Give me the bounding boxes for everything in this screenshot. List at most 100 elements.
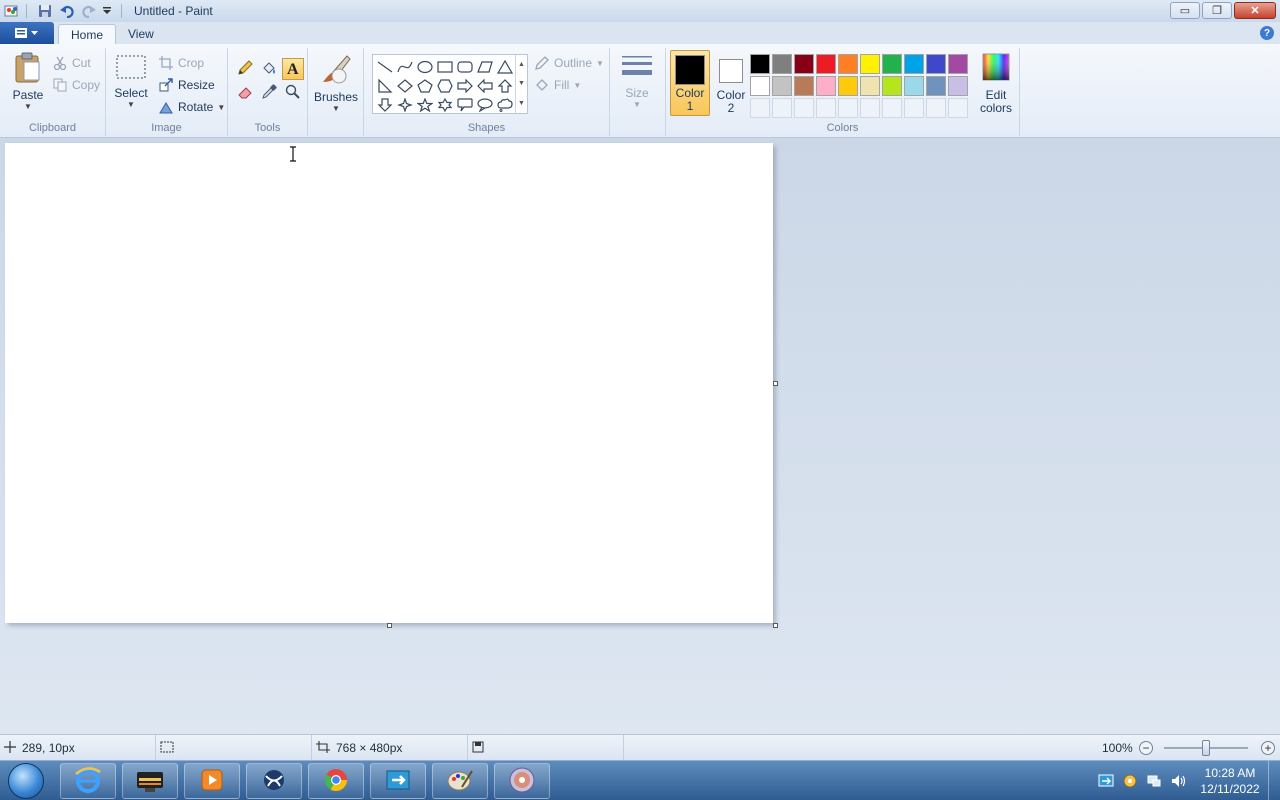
palette-swatch[interactable] xyxy=(948,54,968,74)
rounded-rectangle-shape-icon[interactable] xyxy=(455,57,475,76)
palette-swatch-empty[interactable] xyxy=(750,98,770,118)
palette-swatch[interactable] xyxy=(948,76,968,96)
rectangle-shape-icon[interactable] xyxy=(435,57,455,76)
palette-swatch-empty[interactable] xyxy=(816,98,836,118)
palette-swatch[interactable] xyxy=(882,54,902,74)
palette-swatch-empty[interactable] xyxy=(794,98,814,118)
zoom-out-button[interactable]: − xyxy=(1139,741,1153,755)
five-point-star-shape-icon[interactable] xyxy=(415,95,435,114)
palette-swatch[interactable] xyxy=(816,76,836,96)
pencil-tool[interactable] xyxy=(234,58,256,80)
right-triangle-shape-icon[interactable] xyxy=(375,76,395,95)
taskbar-internet-explorer[interactable] xyxy=(60,763,116,799)
zoom-in-button[interactable]: + xyxy=(1261,741,1275,755)
right-arrow-shape-icon[interactable] xyxy=(455,76,475,95)
customize-quick-access-icon[interactable] xyxy=(99,3,115,19)
cloud-callout-shape-icon[interactable] xyxy=(495,95,515,114)
palette-swatch[interactable] xyxy=(772,76,792,96)
palette-swatch[interactable] xyxy=(816,54,836,74)
color-2-button[interactable]: Color 2 xyxy=(712,50,750,116)
fill-tool[interactable] xyxy=(258,58,280,80)
diamond-shape-icon[interactable] xyxy=(395,76,415,95)
paint-menu-button[interactable] xyxy=(0,22,54,44)
outline-button[interactable]: Outline ▼ xyxy=(534,54,604,72)
resize-handle-corner[interactable] xyxy=(773,623,778,628)
palette-swatch[interactable] xyxy=(926,76,946,96)
save-icon[interactable] xyxy=(37,3,53,19)
oval-callout-shape-icon[interactable] xyxy=(475,95,495,114)
action-center-icon[interactable] xyxy=(1097,772,1115,790)
crop-button[interactable]: Crop xyxy=(158,54,204,72)
palette-swatch[interactable] xyxy=(904,76,924,96)
palette-swatch-empty[interactable] xyxy=(838,98,858,118)
palette-swatch[interactable] xyxy=(926,54,946,74)
palette-swatch-empty[interactable] xyxy=(948,98,968,118)
security-shield-icon[interactable] xyxy=(1121,772,1139,790)
taskbar-clock[interactable]: 10:28 AM 12/11/2022 xyxy=(1196,765,1264,797)
tab-view[interactable]: View xyxy=(116,24,166,44)
line-shape-icon[interactable] xyxy=(375,57,395,76)
taskbar-app-6[interactable] xyxy=(370,763,426,799)
resize-button[interactable]: Resize xyxy=(158,76,215,94)
color-1-button[interactable]: Color 1 xyxy=(670,50,710,116)
taskbar-media-player[interactable] xyxy=(184,763,240,799)
taskbar-media-center[interactable] xyxy=(122,763,178,799)
paste-button[interactable]: Paste ▼ xyxy=(8,52,48,111)
scroll-down-icon[interactable]: ▼ xyxy=(518,80,525,87)
rotate-button[interactable]: Rotate ▼ xyxy=(158,98,225,116)
palette-swatch-empty[interactable] xyxy=(772,98,792,118)
palette-swatch[interactable] xyxy=(882,76,902,96)
pentagon-shape-icon[interactable] xyxy=(415,76,435,95)
brushes-button[interactable]: Brushes ▼ xyxy=(314,52,358,113)
drawing-canvas[interactable] xyxy=(5,143,773,623)
palette-swatch[interactable] xyxy=(838,76,858,96)
curve-shape-icon[interactable] xyxy=(395,57,415,76)
taskbar-chrome[interactable] xyxy=(308,763,364,799)
shapes-scroll[interactable]: ▲ ▼ ▼ xyxy=(515,55,527,113)
palette-swatch-empty[interactable] xyxy=(882,98,902,118)
tab-home[interactable]: Home xyxy=(58,24,117,44)
copy-button[interactable]: Copy xyxy=(52,76,100,94)
palette-swatch[interactable] xyxy=(794,54,814,74)
palette-swatch[interactable] xyxy=(750,76,770,96)
select-button[interactable]: Select ▼ xyxy=(112,52,150,109)
down-arrow-shape-icon[interactable] xyxy=(375,95,395,114)
zoom-slider-thumb[interactable] xyxy=(1202,740,1210,756)
restore-button[interactable]: ❐ xyxy=(1202,2,1232,19)
palette-swatch-empty[interactable] xyxy=(926,98,946,118)
network-icon[interactable] xyxy=(1145,772,1163,790)
fill-button[interactable]: Fill ▼ xyxy=(534,76,581,94)
edit-colors-button[interactable]: Edit colors xyxy=(976,52,1016,115)
size-button[interactable]: Size ▼ xyxy=(618,52,656,109)
palette-swatch[interactable] xyxy=(904,54,924,74)
color-picker-tool[interactable] xyxy=(258,82,280,104)
oval-shape-icon[interactable] xyxy=(415,57,435,76)
rounded-callout-shape-icon[interactable] xyxy=(455,95,475,114)
palette-swatch[interactable] xyxy=(750,54,770,74)
paint-app-icon[interactable] xyxy=(4,3,20,19)
palette-swatch[interactable] xyxy=(794,76,814,96)
magnifier-tool[interactable] xyxy=(282,82,304,104)
hexagon-shape-icon[interactable] xyxy=(435,76,455,95)
minimize-button[interactable]: ▭ xyxy=(1170,2,1200,19)
palette-swatch[interactable] xyxy=(860,54,880,74)
six-point-star-shape-icon[interactable] xyxy=(435,95,455,114)
palette-swatch[interactable] xyxy=(860,76,880,96)
triangle-shape-icon[interactable] xyxy=(495,57,515,76)
volume-icon[interactable] xyxy=(1169,772,1187,790)
redo-icon[interactable] xyxy=(81,3,97,19)
four-point-star-shape-icon[interactable] xyxy=(395,95,415,114)
palette-swatch-empty[interactable] xyxy=(860,98,880,118)
palette-swatch[interactable] xyxy=(772,54,792,74)
expand-gallery-icon[interactable]: ▼ xyxy=(518,100,525,107)
undo-icon[interactable] xyxy=(59,3,75,19)
close-button[interactable]: ✕ xyxy=(1234,2,1276,19)
polygon-shape-icon[interactable] xyxy=(475,57,495,76)
palette-swatch-empty[interactable] xyxy=(904,98,924,118)
left-arrow-shape-icon[interactable] xyxy=(475,76,495,95)
resize-handle-bottom[interactable] xyxy=(387,623,392,628)
cut-button[interactable]: Cut xyxy=(52,54,91,72)
taskbar-app-4[interactable] xyxy=(246,763,302,799)
taskbar-dvd-maker[interactable] xyxy=(494,763,550,799)
up-arrow-shape-icon[interactable] xyxy=(495,76,515,95)
